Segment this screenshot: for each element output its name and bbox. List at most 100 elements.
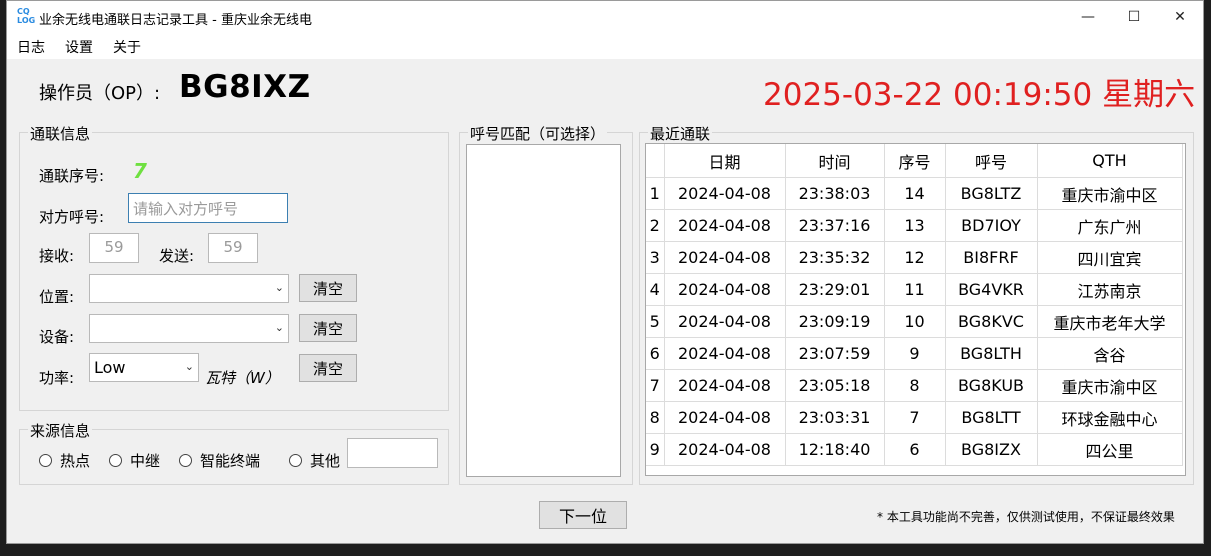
cell-date: 2024-04-08: [664, 337, 786, 370]
power-select[interactable]: Low ⌄: [89, 353, 199, 382]
table-row[interactable]: 9 2024-04-08 12:18:40 6 BG8IZX 四公里: [646, 433, 1183, 466]
cell-callsign: BG8KVC: [945, 305, 1038, 338]
operator-label: 操作员（OP）:: [39, 83, 161, 104]
close-button[interactable]: ✕: [1157, 1, 1203, 33]
row-number: 3: [646, 241, 665, 274]
equipment-select[interactable]: ⌄: [89, 314, 289, 343]
source-hotspot-label: 热点: [60, 452, 91, 470]
cell-callsign: BD7IOY: [945, 209, 1038, 242]
cell-time: 23:03:31: [785, 401, 885, 434]
clear-equipment-button[interactable]: 清空: [299, 314, 357, 342]
column-header-date[interactable]: 日期: [664, 144, 786, 178]
next-button[interactable]: 下一位: [539, 501, 627, 529]
cell-date: 2024-04-08: [664, 369, 786, 402]
source-other-input[interactable]: [347, 438, 438, 468]
seq-value: 7: [133, 159, 147, 183]
column-header-time[interactable]: 时间: [785, 144, 885, 178]
window-title: 业余无线电通联日志记录工具 - 重庆业余无线电: [39, 13, 312, 28]
cell-seq: 7: [884, 401, 946, 434]
cell-callsign: BG8IZX: [945, 433, 1038, 466]
corner-header: [646, 144, 665, 178]
row-number: 7: [646, 369, 665, 402]
table-row[interactable]: 4 2024-04-08 23:29:01 11 BG4VKR 江苏南京: [646, 273, 1183, 306]
tx-label: 发送:: [159, 247, 195, 265]
table-row[interactable]: 3 2024-04-08 23:35:32 12 BI8FRF 四川宜宾: [646, 241, 1183, 274]
title-bar: CQ LOG 业余无线电通联日志记录工具 - 重庆业余无线电 — ☐ ✕: [7, 1, 1203, 33]
row-number: 9: [646, 433, 665, 466]
footer-note: * 本工具功能尚不完善，仅供测试使用，不保证最终效果: [877, 510, 1175, 524]
cell-seq: 13: [884, 209, 946, 242]
menu-about[interactable]: 关于: [113, 37, 141, 57]
recent-table: 日期 时间 序号 呼号 QTH 1 2024-04-08 23:38:03 14 BG8…: [646, 144, 1183, 466]
cell-seq: 6: [884, 433, 946, 466]
cell-date: 2024-04-08: [664, 209, 786, 242]
source-hotspot-radio[interactable]: 热点: [39, 450, 90, 471]
cell-seq: 11: [884, 273, 946, 306]
cell-callsign: BG8LTT: [945, 401, 1038, 434]
recent-contacts-table[interactable]: 日期 时间 序号 呼号 QTH 1 2024-04-08 23:38:03 14 BG8…: [645, 143, 1186, 476]
row-number: 5: [646, 305, 665, 338]
cell-seq: 10: [884, 305, 946, 338]
radio-icon: [109, 454, 122, 467]
equipment-label: 设备:: [39, 328, 75, 346]
row-number: 2: [646, 209, 665, 242]
callsign-input[interactable]: 请输入对方呼号: [128, 193, 288, 223]
chevron-down-icon: ⌄: [184, 360, 194, 373]
cell-date: 2024-04-08: [664, 305, 786, 338]
clear-power-button[interactable]: 清空: [299, 354, 357, 382]
chevron-down-icon: ⌄: [274, 281, 284, 294]
seq-label: 通联序号:: [39, 167, 105, 185]
tx-input[interactable]: 59: [208, 233, 258, 263]
table-row[interactable]: 6 2024-04-08 23:07:59 9 BG8LTH 含谷: [646, 337, 1183, 370]
source-relay-label: 中继: [130, 452, 161, 470]
source-relay-radio[interactable]: 中继: [109, 450, 160, 471]
cell-qth: 四公里: [1037, 433, 1183, 466]
radio-icon: [39, 454, 52, 467]
clear-location-button[interactable]: 清空: [299, 274, 357, 302]
cell-time: 23:09:19: [785, 305, 885, 338]
cell-date: 2024-04-08: [664, 177, 786, 210]
minimize-button[interactable]: —: [1065, 1, 1111, 33]
rx-input[interactable]: 59: [89, 233, 139, 263]
main-window: CQ LOG 业余无线电通联日志记录工具 - 重庆业余无线电 — ☐ ✕ 日志 …: [6, 0, 1204, 544]
table-row[interactable]: 8 2024-04-08 23:03:31 7 BG8LTT 环球金融中心: [646, 401, 1183, 434]
callsign-label: 对方呼号:: [39, 208, 105, 226]
column-header-callsign[interactable]: 呼号: [945, 144, 1038, 178]
cell-qth: 含谷: [1037, 337, 1183, 370]
table-row[interactable]: 7 2024-04-08 23:05:18 8 BG8KUB 重庆市渝中区: [646, 369, 1183, 402]
table-row[interactable]: 2 2024-04-08 23:37:16 13 BD7IOY 广东广州: [646, 209, 1183, 242]
source-info-title: 来源信息: [28, 420, 93, 441]
cell-time: 23:29:01: [785, 273, 885, 306]
contact-info-title: 通联信息: [28, 123, 93, 144]
table-row[interactable]: 5 2024-04-08 23:09:19 10 BG8KVC 重庆市老年大学: [646, 305, 1183, 338]
cell-time: 23:05:18: [785, 369, 885, 402]
callsign-match-title: 呼号匹配（可选择）: [468, 123, 608, 144]
column-header-qth[interactable]: QTH: [1037, 144, 1183, 178]
menu-settings[interactable]: 设置: [65, 37, 93, 57]
row-number: 1: [646, 177, 665, 210]
source-smart-terminal-label: 智能终端: [200, 452, 261, 470]
location-select[interactable]: ⌄: [89, 274, 289, 303]
source-other-radio[interactable]: 其他: [289, 450, 340, 471]
app-logo-icon: CQ LOG: [17, 7, 36, 25]
location-label: 位置:: [39, 288, 75, 306]
cell-callsign: BG8LTH: [945, 337, 1038, 370]
cell-callsign: BG4VKR: [945, 273, 1038, 306]
cell-seq: 12: [884, 241, 946, 274]
callsign-match-list[interactable]: [466, 144, 621, 477]
cell-date: 2024-04-08: [664, 433, 786, 466]
recent-contacts-title: 最近通联: [648, 123, 713, 144]
table-row[interactable]: 1 2024-04-08 23:38:03 14 BG8LTZ 重庆市渝中区: [646, 177, 1183, 210]
radio-icon: [289, 454, 302, 467]
chevron-down-icon: ⌄: [274, 321, 284, 334]
maximize-button[interactable]: ☐: [1111, 1, 1157, 33]
rx-label: 接收:: [39, 247, 75, 265]
operator-callsign: BG8IXZ: [179, 69, 311, 105]
column-header-seq[interactable]: 序号: [884, 144, 946, 178]
menu-log[interactable]: 日志: [17, 37, 45, 57]
cell-seq: 8: [884, 369, 946, 402]
source-smart-terminal-radio[interactable]: 智能终端: [179, 450, 260, 471]
cell-qth: 四川宜宾: [1037, 241, 1183, 274]
cell-qth: 重庆市老年大学: [1037, 305, 1183, 338]
cell-date: 2024-04-08: [664, 401, 786, 434]
